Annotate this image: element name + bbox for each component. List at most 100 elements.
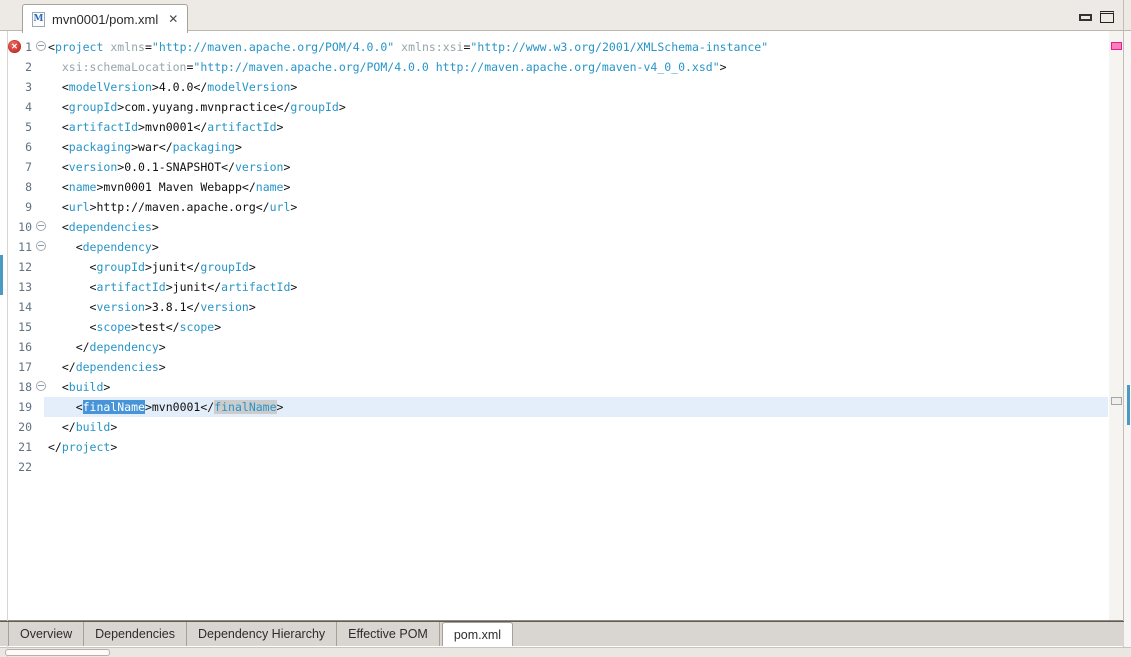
element-text: 3.8.1 [151, 300, 187, 314]
code-line[interactable]: 9 <url>http://maven.apache.org</url> [0, 197, 1131, 217]
tab-dependencies[interactable]: Dependencies [84, 622, 188, 646]
code-punct: = [144, 40, 152, 54]
tag-name: scope [179, 320, 215, 334]
fold-collapse-icon[interactable] [36, 381, 46, 391]
element-text: test [138, 320, 166, 334]
code-line[interactable]: 14 <version>3.8.1</version> [0, 297, 1131, 317]
code-line[interactable]: 2 xsi:schemaLocation="http://maven.apach… [0, 57, 1131, 77]
tag-name: dependency [82, 240, 152, 254]
tag-name: groupId [96, 260, 145, 274]
overview-ruler[interactable] [1109, 31, 1123, 620]
code-line[interactable]: 21 </project> [0, 437, 1131, 457]
tag-name: version [68, 160, 118, 174]
tab-overview[interactable]: Overview [8, 622, 85, 646]
code-punct: < [48, 320, 97, 334]
right-pane-border [1123, 0, 1124, 647]
tab-dependency-hierarchy[interactable]: Dependency Hierarchy [187, 622, 338, 646]
code-line[interactable]: ✕ 1 <project xmlns="http://maven.apache.or… [0, 37, 1131, 57]
line-number: 18 [18, 380, 32, 394]
tag-name: version [234, 160, 284, 174]
line-number: 3 [25, 80, 32, 94]
tab-effective-pom[interactable]: Effective POM [337, 622, 440, 646]
tab-pom-xml[interactable]: pom.xml [441, 622, 514, 646]
code-line[interactable]: 10 <dependencies> [0, 217, 1131, 237]
code-text: <version>3.8.1</version> [48, 297, 256, 317]
line-number: 4 [25, 100, 32, 114]
line-number: 9 [25, 200, 32, 214]
code-line[interactable]: 19 <finalName>mvn0001</finalName> [0, 397, 1131, 417]
code-line[interactable]: 3 <modelVersion>4.0.0</modelVersion> [0, 77, 1131, 97]
code-line[interactable]: 8 <name>mvn0001 Maven Webapp</name> [0, 177, 1131, 197]
overview-marker-pink[interactable] [1111, 42, 1122, 50]
maven-pom-file-icon: M [32, 11, 45, 27]
fold-collapse-icon[interactable] [36, 41, 46, 51]
line-number: 14 [18, 300, 32, 314]
code-line[interactable]: 17 </dependencies> [0, 357, 1131, 377]
minimize-icon[interactable] [1079, 14, 1092, 21]
code-punct: < [48, 260, 97, 274]
code-line[interactable]: 22 [0, 457, 1131, 477]
code-punct [48, 60, 62, 74]
scroll-position-indicator [1127, 385, 1130, 425]
code-punct: > [248, 260, 256, 274]
fold-collapse-icon[interactable] [36, 221, 46, 231]
code-punct: > [290, 80, 298, 94]
code-line[interactable]: 5 <artifactId>mvn0001</artifactId> [0, 117, 1131, 137]
code-line[interactable]: 12 <groupId>junit</groupId> [0, 257, 1131, 277]
code-line[interactable]: 4 <groupId>com.yuyang.mvnpractice</group… [0, 97, 1131, 117]
code-line[interactable]: 15 <scope>test</scope> [0, 317, 1131, 337]
code-punct: </ [186, 260, 201, 274]
code-text: <artifactId>junit</artifactId> [48, 277, 298, 297]
range-indicator [0, 255, 3, 295]
code-punct: < [48, 40, 55, 54]
code-punct: < [48, 200, 69, 214]
code-text: <name>mvn0001 Maven Webapp</name> [48, 177, 291, 197]
code-punct: </ [255, 200, 270, 214]
tag-name: version [96, 300, 145, 314]
line-number: 7 [25, 160, 32, 174]
code-punct: > [151, 80, 159, 94]
code-punct: </ [48, 360, 76, 374]
close-icon[interactable]: ✕ [168, 12, 178, 26]
overview-marker-occurrence[interactable] [1111, 397, 1122, 405]
tag-name: dependencies [68, 220, 152, 234]
selected-occurrence: finalName [82, 400, 145, 414]
line-number: 12 [18, 260, 32, 274]
tag-name: packaging [172, 140, 235, 154]
code-punct: > [151, 220, 159, 234]
editor-tab-pom-xml[interactable]: M mvn0001/pom.xml ✕ [22, 4, 189, 33]
maximize-icon[interactable] [1100, 11, 1114, 23]
code-line[interactable]: 6 <packaging>war</packaging> [0, 137, 1131, 157]
code-line[interactable]: 7 <version>0.0.1-SNAPSHOT</version> [0, 157, 1131, 177]
attr-name: xmlns [110, 40, 145, 54]
code-punct: </ [207, 280, 222, 294]
code-text: </dependency> [48, 337, 166, 357]
bottom-scrollbar-track [0, 647, 1131, 657]
line-number: 19 [18, 400, 32, 414]
line-number: 6 [25, 140, 32, 154]
tag-name: project [54, 40, 104, 54]
code-punct: </ [158, 140, 173, 154]
code-line[interactable]: 20 </build> [0, 417, 1131, 437]
line-number: 2 [25, 60, 32, 74]
code-lines: ✕ 1 <project xmlns="http://maven.apache.or… [0, 37, 1131, 477]
tag-name: project [61, 440, 111, 454]
code-punct: < [48, 300, 97, 314]
code-line[interactable]: 16 </dependency> [0, 337, 1131, 357]
tag-name: name [68, 180, 97, 194]
code-text: <dependency> [48, 237, 159, 257]
code-punct: < [48, 280, 97, 294]
code-punct: > [276, 120, 284, 134]
code-line[interactable]: 13 <artifactId>junit</artifactId> [0, 277, 1131, 297]
fold-collapse-icon[interactable] [36, 241, 46, 251]
code-line[interactable]: 18 <build> [0, 377, 1131, 397]
tag-name: groupId [200, 260, 249, 274]
code-punct: > [144, 260, 152, 274]
attr-name: xsi:schemaLocation [61, 60, 187, 74]
code-punct: > [110, 420, 118, 434]
tag-name: scope [96, 320, 132, 334]
element-text: junit [151, 260, 187, 274]
code-punct: < [48, 80, 69, 94]
code-line[interactable]: 11 <dependency> [0, 237, 1131, 257]
bottom-scrollbar-thumb[interactable] [5, 649, 110, 656]
